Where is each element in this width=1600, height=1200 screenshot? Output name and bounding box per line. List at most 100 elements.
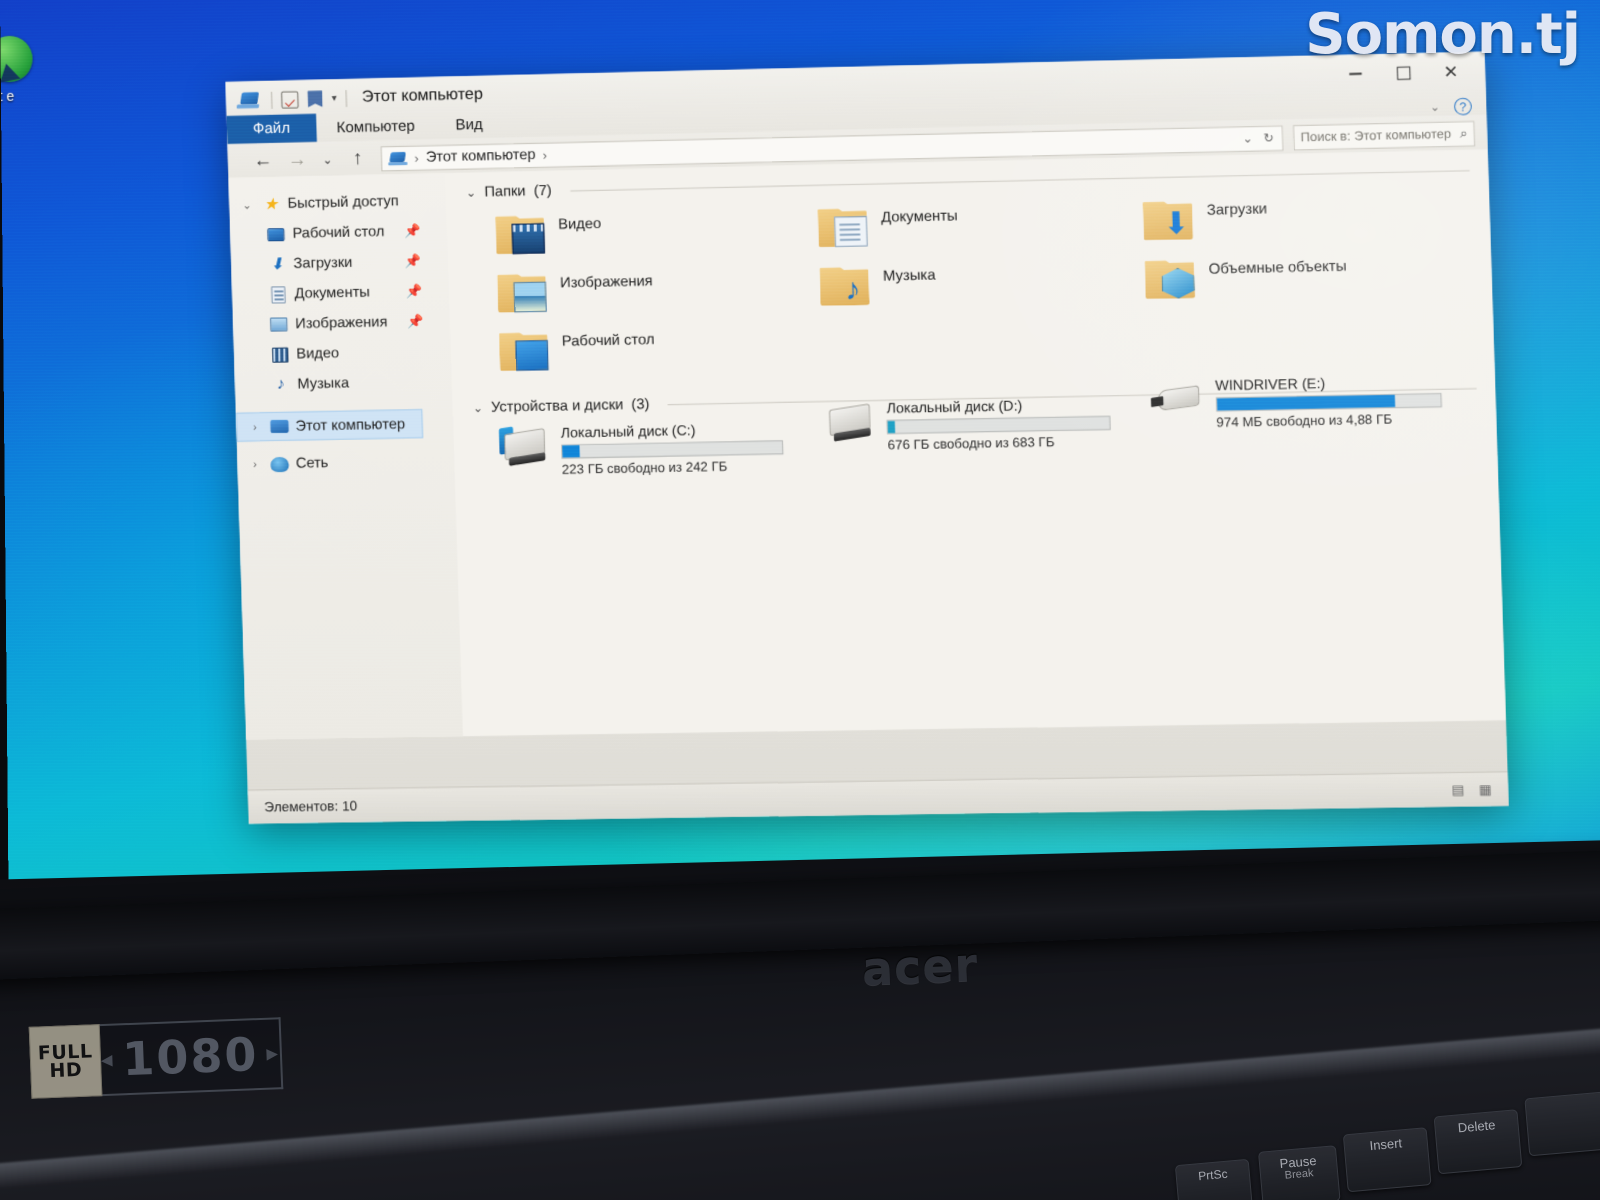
pin-icon[interactable]: 📌 — [404, 223, 421, 239]
folder-label: Музыка — [882, 267, 936, 285]
group-count-drives: (3) — [631, 396, 650, 413]
properties-icon[interactable] — [281, 90, 299, 109]
tab-computer[interactable]: Компьютер — [316, 113, 436, 142]
desktop-icon-shortcut[interactable]: oft e — [0, 35, 57, 105]
forward-button[interactable]: → — [282, 149, 313, 172]
key-prtsc[interactable]: PrtSc — [1174, 1158, 1254, 1200]
sidebar-label-videos: Видео — [296, 345, 340, 363]
breadcrumb-this-pc[interactable]: Этот компьютер — [426, 147, 536, 166]
drive-free-text: 974 МБ свободно из 4,88 ГБ — [1216, 411, 1393, 430]
tiles-view-icon[interactable]: ▦ — [1479, 781, 1492, 797]
sidebar-item-pictures[interactable]: Изображения 📌 — [233, 306, 451, 341]
full-hd-sticker: FULL HD ◀ 1080 ▶ — [28, 1017, 284, 1099]
pin-icon[interactable]: 📌 — [405, 253, 422, 269]
help-icon[interactable]: ? — [1453, 97, 1473, 116]
star-icon: ★ — [263, 196, 279, 214]
expand-caret-icon[interactable]: › — [247, 458, 262, 470]
sidebar-item-desktop[interactable]: Рабочий стол 📌 — [230, 215, 448, 250]
pin-icon[interactable]: 📌 — [406, 283, 423, 299]
drive-item[interactable]: WINDRIVER (E:) 974 МБ свободно из 4,88 Г… — [1155, 372, 1479, 466]
document-icon — [268, 285, 288, 304]
window-title: Этот компьютер — [361, 85, 484, 106]
sidebar-item-network[interactable]: › Сеть — [237, 446, 455, 480]
back-button[interactable]: ← — [248, 150, 279, 173]
sidebar-label-downloads: Загрузки — [293, 254, 353, 273]
folder-icon-3d-objects — [1144, 258, 1199, 302]
breadcrumb-separator-1: › — [414, 150, 419, 166]
drive-item[interactable]: Локальный диск (D:) 676 ГБ свободно из 6… — [827, 395, 1148, 472]
key-label: Delete — [1457, 1117, 1496, 1136]
hdd-icon — [827, 400, 877, 441]
folder-item[interactable]: ♪ Музыка — [819, 259, 1145, 308]
expand-caret-icon[interactable]: › — [247, 421, 262, 433]
sidebar-item-music[interactable]: ♪ Музыка — [234, 366, 452, 400]
folder-item[interactable]: Документы — [817, 200, 1143, 250]
usb-icon — [1155, 377, 1206, 419]
folder-icon-desktop — [499, 330, 553, 373]
toolbar-separator-2 — [345, 89, 348, 107]
this-pc-icon — [390, 151, 408, 164]
drive-item[interactable]: Локальный диск (C:) 223 ГБ свободно из 2… — [498, 419, 819, 477]
video-badge — [511, 223, 545, 255]
folder-item[interactable]: Объемные объекты — [1144, 252, 1473, 302]
folder-item[interactable]: Рабочий стол — [499, 324, 823, 373]
up-button[interactable]: ↑ — [342, 148, 373, 171]
drive-usage-bar — [561, 440, 784, 459]
sidebar-item-quick-access[interactable]: ⌄ ★ Быстрый доступ — [229, 185, 447, 220]
customize-toolbar-caret-icon[interactable]: ▾ — [332, 93, 337, 104]
drive-label: Локальный диск (D:) — [886, 397, 1023, 417]
address-history-caret-icon[interactable]: ⌄ — [1242, 131, 1253, 145]
key-unlabeled[interactable] — [1524, 1091, 1600, 1157]
folder-item[interactable]: ⬇ Загрузки — [1143, 193, 1472, 243]
tab-view[interactable]: Вид — [435, 111, 504, 139]
collapse-caret-icon[interactable]: ⌄ — [473, 401, 484, 415]
expand-ribbon-caret-icon[interactable]: ⌄ — [1430, 100, 1440, 113]
key-pause[interactable]: Pause Break — [1257, 1145, 1341, 1200]
acer-brand-logo: acer — [860, 937, 980, 996]
search-input[interactable]: Поиск в: Этот компьютер ⌕ — [1292, 120, 1476, 151]
content-pane: ⌄ Папки (7) Видео Документы ⬇ Загрузки И… — [445, 149, 1506, 736]
breadcrumb-separator-2[interactable]: › — [542, 147, 547, 162]
sidebar-item-documents[interactable]: Документы 📌 — [232, 276, 450, 311]
desktop-badge — [515, 340, 549, 371]
collapse-caret-icon[interactable]: ⌄ — [466, 186, 477, 200]
new-folder-icon[interactable] — [307, 90, 323, 107]
folders-grid: Видео Документы ⬇ Загрузки Изображения ♪… — [466, 182, 1475, 382]
pin-icon[interactable]: 📌 — [407, 313, 424, 329]
tab-file[interactable]: Файл — [226, 113, 317, 145]
sidebar-item-downloads[interactable]: ⬇ Загрузки 📌 — [231, 246, 449, 281]
expand-caret-icon[interactable]: ⌄ — [239, 198, 254, 211]
details-view-icon[interactable]: ▤ — [1451, 782, 1464, 798]
sidebar-item-videos[interactable]: Видео — [234, 336, 452, 371]
pictures-icon — [269, 316, 289, 333]
folder-label: Рабочий стол — [561, 331, 655, 350]
search-placeholder: Поиск в: Этот компьютер — [1300, 126, 1452, 145]
recent-locations-caret-icon[interactable]: ⌄ — [316, 152, 339, 167]
navigation-pane[interactable]: ⌄ ★ Быстрый доступ Рабочий стол 📌 ⬇ Загр… — [228, 173, 463, 740]
resolution-text: 1080 — [121, 1027, 260, 1087]
key-delete[interactable]: Delete — [1433, 1109, 1523, 1175]
download-icon: ⬇ — [269, 256, 284, 274]
sticker-line-2: HD — [49, 1058, 83, 1083]
file-explorer-window[interactable]: ▾ Этот компьютер ✕ Файл Компьютер Вид ⌄ … — [225, 51, 1509, 824]
sidebar-label-pictures: Изображения — [295, 314, 388, 333]
right-arrow-icon: ▶ — [266, 1044, 281, 1063]
full-hd-badge: FULL HD — [28, 1024, 103, 1099]
pictures-badge — [513, 281, 547, 313]
folder-label: Загрузки — [1206, 201, 1268, 219]
drive-usage-bar — [1215, 392, 1442, 412]
desktop-icon-label: oft e — [0, 87, 15, 105]
folder-item[interactable]: Изображения — [497, 266, 821, 315]
drive-usage-bar — [886, 415, 1112, 435]
drive-free-text: 223 ГБ свободно из 242 ГБ — [561, 458, 728, 477]
key-insert[interactable]: Insert — [1342, 1127, 1432, 1193]
folder-item[interactable]: Видео — [495, 207, 819, 256]
sidebar-label-this-pc: Этот компьютер — [295, 415, 406, 435]
download-badge: ⬇ — [1162, 206, 1190, 242]
refresh-icon[interactable]: ↻ — [1263, 131, 1274, 145]
folder-icon-videos — [495, 213, 549, 256]
sidebar-item-this-pc[interactable]: › Этот компьютер — [235, 409, 424, 442]
group-title-drives: Устройства и диски — [490, 397, 624, 416]
search-icon[interactable]: ⌕ — [1460, 125, 1468, 141]
status-item-count: Элементов: 10 — [264, 798, 358, 815]
